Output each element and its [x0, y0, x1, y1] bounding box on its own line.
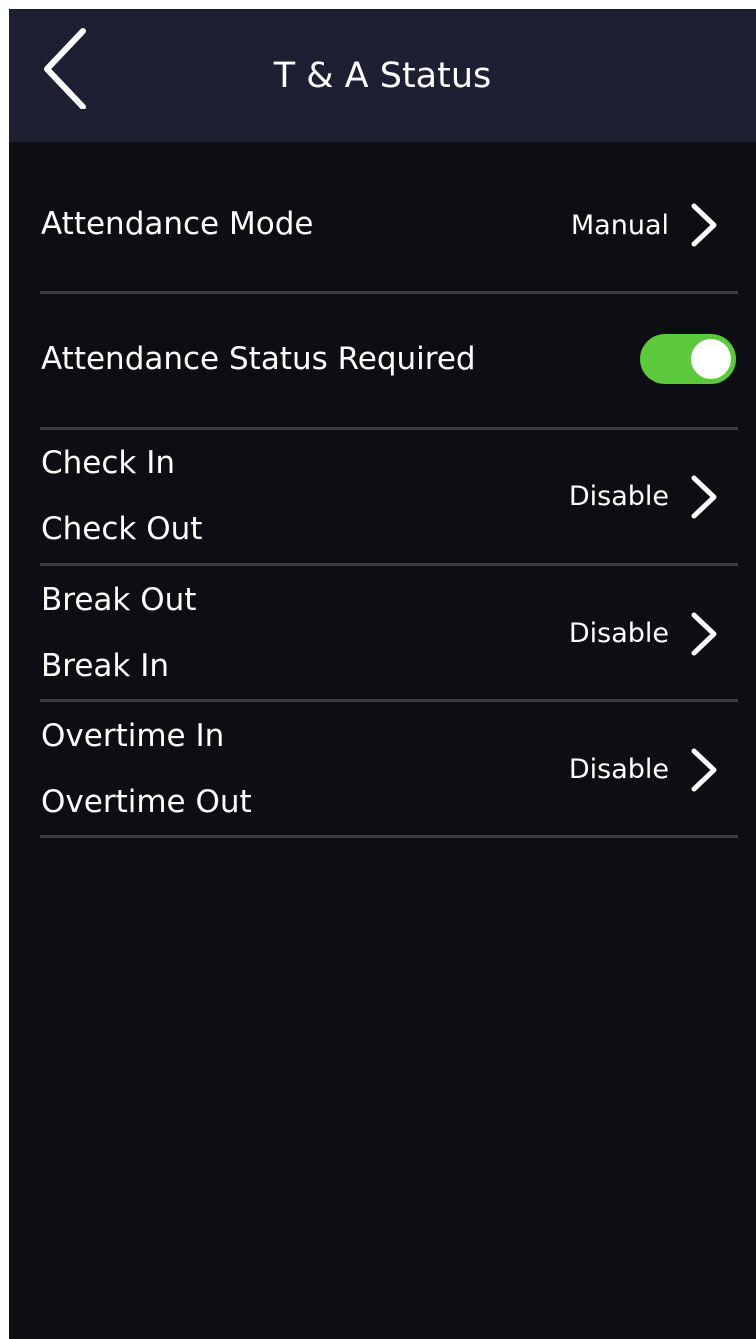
chevron-right-icon [687, 611, 721, 657]
check-in-out-row[interactable]: Check In Check Out Disable [9, 431, 756, 561]
divider [40, 563, 738, 566]
attendance-mode-label: Attendance Mode [41, 206, 314, 242]
check-out-label: Check Out [41, 511, 203, 547]
divider [40, 291, 738, 294]
attendance-mode-value: Manual [570, 210, 669, 241]
check-in-label: Check In [41, 445, 176, 481]
break-status-value: Disable [568, 618, 669, 649]
t-and-a-status-screen: T & A Status Attendance Mode Manual Atte… [9, 9, 756, 1339]
overtime-out-label: Overtime Out [41, 784, 252, 820]
attendance-status-required-label: Attendance Status Required [41, 341, 476, 377]
overtime-status-value: Disable [568, 754, 669, 785]
overtime-in-label: Overtime In [41, 718, 225, 754]
break-out-label: Break Out [41, 582, 197, 618]
divider [40, 835, 738, 838]
break-in-label: Break In [41, 648, 169, 684]
chevron-right-icon [687, 202, 721, 248]
break-out-in-row[interactable]: Break Out Break In Disable [9, 567, 756, 697]
overtime-in-out-row[interactable]: Overtime In Overtime Out Disable [9, 703, 756, 833]
chevron-left-icon [31, 25, 103, 109]
attendance-mode-row[interactable]: Attendance Mode Manual [9, 187, 756, 287]
attendance-status-required-toggle[interactable] [640, 334, 736, 384]
chevron-right-icon [687, 474, 721, 520]
divider [40, 427, 738, 430]
toggle-knob [691, 339, 731, 379]
chevron-right-icon [687, 747, 721, 793]
divider [40, 699, 738, 702]
header-bar: T & A Status [9, 9, 756, 142]
back-button[interactable] [31, 25, 103, 109]
check-status-value: Disable [568, 481, 669, 512]
page-title: T & A Status [273, 56, 492, 96]
